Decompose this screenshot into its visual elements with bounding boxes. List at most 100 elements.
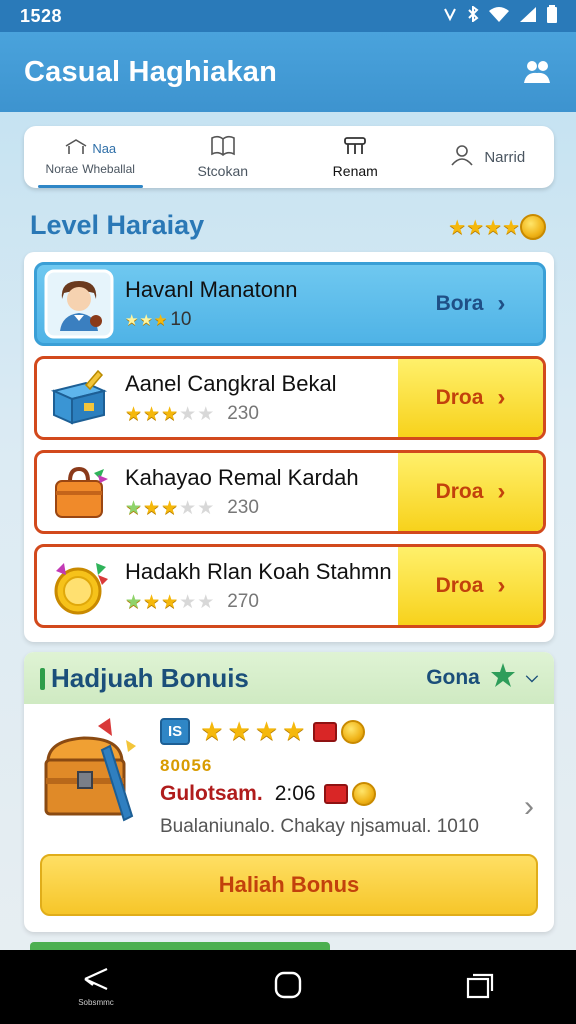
recents-icon bbox=[465, 971, 495, 1004]
level-meta: ★ ★ ★ ★ ★ 230 bbox=[125, 403, 398, 426]
chevron-right-icon: › bbox=[497, 290, 506, 317]
bonus-timer: Gulotsam. 2:06 bbox=[160, 782, 376, 806]
chevron-right-icon: › bbox=[497, 572, 506, 599]
play-button[interactable]: Droa › bbox=[398, 453, 543, 531]
status-time: 1528 bbox=[20, 5, 63, 26]
star-icon: ★ bbox=[179, 497, 197, 519]
tab-renam-label: Renam bbox=[332, 163, 378, 179]
bonus-description: Bualaniunalo. Chakay njsamual. 1010 bbox=[160, 816, 479, 837]
star-icon: ★ bbox=[282, 716, 306, 746]
star-icon: ★ bbox=[502, 216, 520, 239]
level-score: 230 bbox=[227, 403, 259, 424]
tab-narrid-label: Narrid bbox=[484, 148, 526, 166]
play-button[interactable]: Droa › bbox=[398, 547, 543, 625]
bonus-header-right: Gona ⌵ bbox=[426, 662, 538, 694]
level-info: Havanl Manatonn ★ ★ ★ 10 bbox=[115, 277, 398, 331]
star-icon: ★ bbox=[125, 497, 143, 519]
gift-box-icon bbox=[323, 784, 348, 804]
star-icon: ★ bbox=[153, 312, 168, 329]
recents-button[interactable] bbox=[440, 971, 520, 1004]
tab-narrid[interactable]: Narrid bbox=[422, 126, 555, 188]
play-button-label: Droa bbox=[435, 574, 484, 597]
level-meta: ★ ★ ★ ★ ★ 270 bbox=[125, 591, 398, 614]
system-nav-bar: Sobsmmc bbox=[0, 950, 576, 1024]
section-title: Level Haraiay bbox=[30, 210, 205, 240]
star-icon: ★ bbox=[143, 497, 161, 519]
tab-renam[interactable]: Renam bbox=[289, 126, 422, 188]
level-name: Hadakh Rlan Koah Stahmn bbox=[125, 558, 392, 584]
home-button[interactable] bbox=[248, 970, 328, 1005]
level-row[interactable]: Kahayao Remal Kardah ★ ★ ★ ★ ★ 230 Droa … bbox=[34, 450, 546, 534]
star-icon: ★ bbox=[125, 403, 143, 425]
star-icon: ★ bbox=[143, 591, 161, 613]
bluetooth-icon bbox=[466, 4, 480, 27]
level-name: Kahayao Remal Kardah bbox=[125, 464, 359, 490]
star-icon: ★ bbox=[179, 403, 197, 425]
level-score: 270 bbox=[227, 591, 259, 612]
back-button[interactable]: Sobsmmc bbox=[56, 967, 136, 1007]
level-row[interactable]: Aanel Cangkral Bekal ★ ★ ★ ★ ★ 230 Droa … bbox=[34, 356, 546, 440]
coin-stack-icon bbox=[351, 782, 376, 806]
home-icon bbox=[64, 138, 88, 159]
tab-home-label-top: Naa bbox=[92, 141, 117, 156]
chevron-right-icon[interactable]: › bbox=[524, 790, 534, 824]
star-icon: ★ bbox=[139, 312, 153, 329]
star-icon: ★ bbox=[197, 591, 215, 613]
star-icon: ★ bbox=[161, 591, 179, 613]
next-card-peek bbox=[30, 942, 330, 950]
star-icon: ★ bbox=[466, 216, 485, 239]
home-circle-icon bbox=[273, 970, 303, 1005]
tab-home-label-a: Norae bbox=[45, 162, 79, 176]
orange-bag-icon bbox=[43, 456, 115, 528]
bonus-code: 80056 bbox=[160, 756, 213, 775]
back-icon bbox=[81, 967, 111, 996]
blue-chest-icon bbox=[43, 362, 115, 434]
star-icon: ★ bbox=[254, 716, 279, 746]
bonus-timer-value: 2:06 bbox=[274, 782, 316, 805]
star-icon: ★ bbox=[197, 497, 215, 519]
book-icon bbox=[210, 135, 236, 160]
level-meta: ★ ★ ★ 10 bbox=[125, 309, 398, 331]
bonus-header[interactable]: Hadjuah Bonuis Gona ⌵ bbox=[24, 652, 554, 704]
top-tabs: Naa Norae Wheballal Stcokan Renam Narrid bbox=[24, 126, 554, 188]
users-icon[interactable] bbox=[522, 57, 552, 87]
play-button[interactable]: Droa › bbox=[398, 359, 543, 437]
star-icon: ★ bbox=[179, 591, 197, 613]
bonus-right-label: Gona bbox=[426, 666, 480, 689]
app-header: Casual Haghiakan bbox=[0, 32, 576, 112]
claim-bonus-button[interactable]: Haliah Bonus bbox=[40, 854, 538, 916]
tab-stcokan[interactable]: Stcokan bbox=[157, 126, 290, 188]
level-score: 230 bbox=[227, 497, 259, 518]
level-row[interactable]: Hadakh Rlan Koah Stahmn ★ ★ ★ ★ ★ 270 Dr… bbox=[34, 544, 546, 628]
level-row[interactable]: Havanl Manatonn ★ ★ ★ 10 Bora › bbox=[34, 262, 546, 346]
accent-bar bbox=[40, 667, 45, 690]
star-icon: ★ bbox=[125, 591, 143, 613]
bonus-title-text: Hadjuah Bonuis bbox=[51, 662, 249, 693]
play-button-label: Droa bbox=[435, 480, 484, 503]
bonus-title: Hadjuah Bonuis bbox=[40, 663, 249, 694]
app-title: Casual Haghiakan bbox=[24, 55, 278, 88]
treasure-chest-icon bbox=[40, 716, 140, 826]
play-button[interactable]: Bora › bbox=[398, 265, 543, 343]
chevron-down-icon[interactable]: ⌵ bbox=[526, 669, 538, 687]
star-icon: ★ bbox=[161, 403, 179, 425]
star-icon: ★ bbox=[227, 716, 251, 746]
avatar-icon bbox=[43, 268, 115, 340]
bonus-tag: IS bbox=[160, 718, 191, 745]
star-icon: ★ bbox=[200, 716, 224, 746]
bonus-rewards: IS ★ ★ ★ ★ bbox=[160, 716, 366, 747]
star-icon: ★ bbox=[448, 216, 467, 239]
person-icon bbox=[450, 143, 474, 171]
level-meta: ★ ★ ★ ★ ★ 230 bbox=[125, 497, 398, 520]
bench-icon bbox=[342, 135, 368, 160]
gift-box-icon bbox=[313, 721, 338, 742]
level-list: Havanl Manatonn ★ ★ ★ 10 Bora › Aanel Ca bbox=[24, 252, 554, 642]
battery-icon bbox=[546, 4, 558, 28]
chevron-right-icon: › bbox=[497, 384, 506, 411]
bonus-card: Hadjuah Bonuis Gona ⌵ IS ★ ★ ★ ★ 80056 G… bbox=[24, 652, 554, 932]
tab-stcokan-label: Stcokan bbox=[197, 163, 249, 179]
tab-home[interactable]: Naa Norae Wheballal bbox=[24, 126, 157, 188]
coin-stack-icon bbox=[341, 719, 366, 744]
star-icon: ★ bbox=[484, 216, 503, 239]
level-score: 10 bbox=[170, 309, 192, 330]
